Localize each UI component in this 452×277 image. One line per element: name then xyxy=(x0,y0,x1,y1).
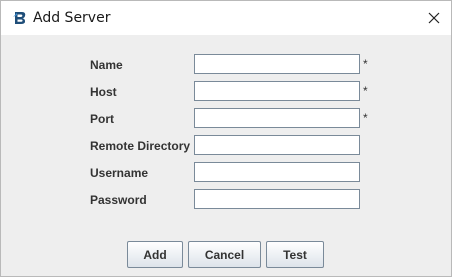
close-button[interactable] xyxy=(419,3,449,33)
host-field[interactable] xyxy=(194,81,360,101)
password-field[interactable] xyxy=(194,189,360,209)
username-field[interactable] xyxy=(194,162,360,182)
host-label: Host xyxy=(90,85,117,99)
cancel-button[interactable]: Cancel xyxy=(188,241,261,268)
username-label: Username xyxy=(90,166,149,180)
name-label: Name xyxy=(90,58,123,72)
host-required-marker: * xyxy=(363,84,368,98)
app-logo-icon xyxy=(13,11,27,25)
close-icon xyxy=(428,12,440,24)
name-required-marker: * xyxy=(363,57,368,71)
password-label: Password xyxy=(90,193,147,207)
port-required-marker: * xyxy=(363,111,368,125)
add-button[interactable]: Add xyxy=(127,241,183,268)
title-bar[interactable]: Add Server xyxy=(1,1,451,35)
remote-directory-label: Remote Directory xyxy=(90,139,191,153)
test-button[interactable]: Test xyxy=(266,241,324,268)
port-field[interactable] xyxy=(194,108,360,128)
window-title: Add Server xyxy=(33,10,111,26)
port-label: Port xyxy=(90,112,114,126)
add-server-dialog: Add Server Name * Host * Port * Remote D… xyxy=(0,0,452,277)
remote-directory-field[interactable] xyxy=(194,135,360,155)
name-field[interactable] xyxy=(194,54,360,74)
